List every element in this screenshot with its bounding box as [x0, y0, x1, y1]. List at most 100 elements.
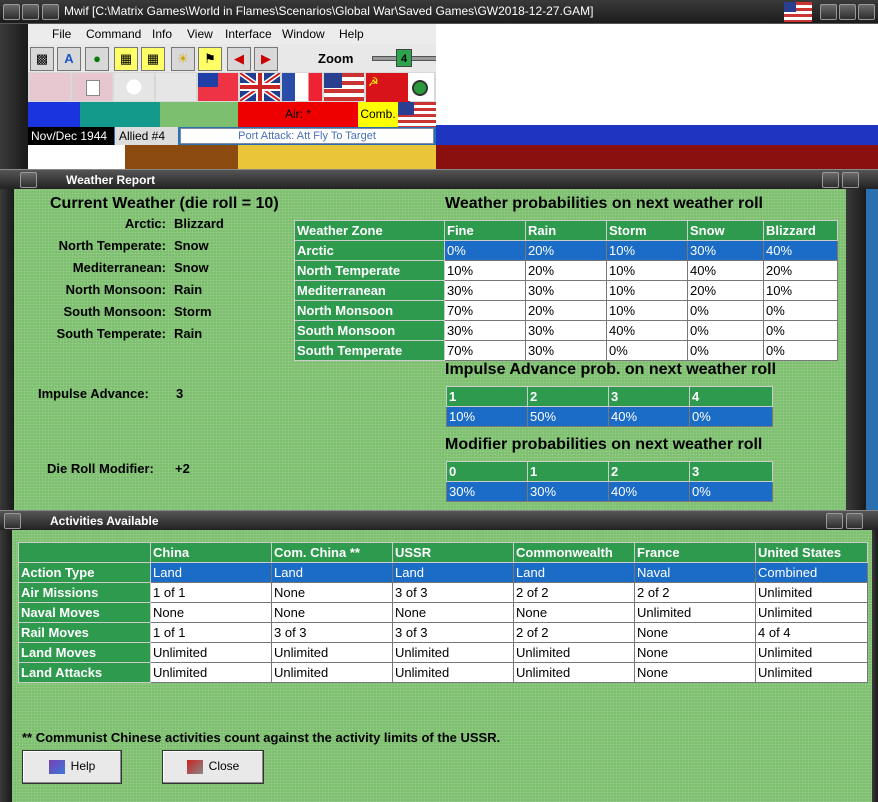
- cell: 10%: [763, 280, 838, 301]
- us-flag-icon: [784, 2, 812, 22]
- maximize-button[interactable]: [839, 4, 856, 20]
- header-cell: 0: [446, 461, 528, 482]
- cell: Unlimited: [755, 642, 868, 663]
- row-header: Rail Moves: [18, 622, 151, 643]
- table-row[interactable]: Naval Moves None None None None Unlimite…: [18, 602, 868, 623]
- header-cell: Storm: [606, 220, 688, 241]
- japan-flag-icon[interactable]: [114, 73, 154, 101]
- menu-view[interactable]: View: [187, 27, 213, 41]
- sun-icon[interactable]: ☀: [171, 47, 195, 71]
- cell: 40%: [763, 240, 838, 261]
- naval-icon[interactable]: ●: [85, 47, 109, 71]
- table-row[interactable]: Land Attacks Unlimited Unlimited Unlimit…: [18, 662, 868, 683]
- row-header: North Monsoon: [294, 300, 445, 321]
- table-row[interactable]: North Monsoon 70% 20% 10% 0% 0%: [294, 300, 838, 321]
- weather-panel-close-button[interactable]: [842, 172, 859, 188]
- cell: Unlimited: [513, 642, 635, 663]
- forward-arrow-icon[interactable]: ▶: [254, 47, 278, 71]
- minimize-button[interactable]: [22, 4, 39, 20]
- cell: 40%: [606, 320, 688, 341]
- menu-interface[interactable]: Interface: [225, 27, 272, 41]
- restore-button[interactable]: [820, 4, 837, 20]
- status-message: Port Attack: Att Fly To Target: [180, 128, 434, 144]
- table-row[interactable]: Air Missions 1 of 1 None 3 of 3 2 of 2 2…: [18, 582, 868, 603]
- weather-report-panel: Current Weather (die roll = 10) Arctic: …: [14, 189, 846, 510]
- commonwealth-flag-icon[interactable]: [238, 70, 282, 104]
- train-icon[interactable]: ▩: [30, 47, 54, 71]
- major-power-flags: ☭: [28, 70, 436, 105]
- left-frame: [0, 24, 28, 169]
- vichy-flag-icon[interactable]: [156, 73, 196, 101]
- cell: 1 of 1: [150, 582, 272, 603]
- italy-flag-icon[interactable]: [72, 73, 112, 101]
- die-roll-modifier-value: +2: [175, 461, 190, 476]
- ussr-flag-icon[interactable]: ☭: [366, 73, 410, 105]
- table-row[interactable]: Arctic 0% 20% 10% 30% 40%: [294, 240, 838, 261]
- close-window-button[interactable]: [858, 4, 875, 20]
- header-cell: Blizzard: [763, 220, 838, 241]
- cell: 3 of 3: [392, 582, 514, 603]
- row-header: South Temperate: [294, 340, 445, 361]
- germany-flag-icon[interactable]: [30, 73, 70, 101]
- menu-command[interactable]: Command: [86, 27, 141, 41]
- help-button-label: Help: [70, 759, 96, 773]
- cell: 0%: [687, 320, 764, 341]
- air-icon[interactable]: A: [57, 47, 81, 71]
- zone-value-north-temperate: Snow: [174, 238, 209, 253]
- flag-icon[interactable]: ⚑: [198, 47, 222, 71]
- zone-label-north-monsoon: North Monsoon:: [65, 282, 166, 297]
- weather-panel-menu-button[interactable]: [20, 172, 37, 188]
- table-row[interactable]: 30% 30% 40% 0%: [446, 481, 773, 502]
- weather-panel-min-button[interactable]: [822, 172, 839, 188]
- row-header: Mediterranean: [294, 280, 445, 301]
- table-row[interactable]: Rail Moves 1 of 1 3 of 3 3 of 3 2 of 2 N…: [18, 622, 868, 643]
- table-row[interactable]: Action Type Land Land Land Land Naval Co…: [18, 562, 868, 583]
- cell: 50%: [527, 406, 609, 427]
- header-cell: [18, 542, 151, 563]
- zoom-slider-thumb[interactable]: 4: [396, 49, 412, 67]
- usa-flag-icon[interactable]: [324, 73, 364, 101]
- table-row[interactable]: 10% 50% 40% 0%: [446, 406, 773, 427]
- table-row[interactable]: North Temperate 10% 20% 10% 40% 20%: [294, 260, 838, 281]
- table-row[interactable]: Mediterranean 30% 30% 10% 20% 10%: [294, 280, 838, 301]
- table-row[interactable]: South Monsoon 30% 30% 40% 0% 0%: [294, 320, 838, 341]
- cell: 3 of 3: [271, 622, 393, 643]
- cell: 4 of 4: [755, 622, 868, 643]
- menu-help[interactable]: Help: [339, 27, 364, 41]
- weather-prob-header-row: Weather Zone Fine Rain Storm Snow Blizza…: [294, 220, 838, 241]
- activities-header-row: China Com. China ** USSR Commonwealth Fr…: [18, 542, 868, 563]
- row-header: Land Attacks: [18, 662, 151, 683]
- unit2-icon[interactable]: ▦: [141, 47, 165, 71]
- cell: 20%: [525, 300, 607, 321]
- back-arrow-icon[interactable]: ◀: [227, 47, 251, 71]
- impulse-phase: Allied #4: [115, 127, 178, 145]
- cell: 3 of 3: [392, 622, 514, 643]
- menu-file[interactable]: File: [52, 27, 71, 41]
- window-menu-button[interactable]: [3, 4, 20, 20]
- china-flag-icon[interactable]: [198, 73, 238, 101]
- header-cell: 2: [527, 386, 609, 407]
- menu-info[interactable]: Info: [152, 27, 172, 41]
- activities-panel-min-button[interactable]: [826, 513, 843, 529]
- help-button[interactable]: Help: [22, 750, 122, 784]
- unit-icon[interactable]: ▦: [114, 47, 138, 71]
- activities-panel-close-button[interactable]: [846, 513, 863, 529]
- cell: 10%: [446, 406, 528, 427]
- cell: 20%: [525, 240, 607, 261]
- window-app-button[interactable]: [42, 4, 59, 20]
- activities-panel: China Com. China ** USSR Commonwealth Fr…: [12, 530, 872, 802]
- table-row[interactable]: Land Moves Unlimited Unlimited Unlimited…: [18, 642, 868, 663]
- activities-panel-menu-button[interactable]: [4, 513, 21, 529]
- cell: Unlimited: [150, 642, 272, 663]
- close-button[interactable]: Close: [162, 750, 264, 784]
- active-power-flag-icon: [398, 102, 436, 127]
- header-cell: 2: [608, 461, 690, 482]
- france-flag-icon[interactable]: [282, 73, 322, 101]
- cell: 10%: [606, 300, 688, 321]
- menu-window[interactable]: Window: [282, 27, 325, 41]
- table-row[interactable]: South Temperate 70% 30% 0% 0% 0%: [294, 340, 838, 361]
- cell: 30%: [525, 280, 607, 301]
- target-icon[interactable]: [408, 73, 434, 101]
- row-header: Land Moves: [18, 642, 151, 663]
- zone-label-south-monsoon: South Monsoon:: [63, 304, 166, 319]
